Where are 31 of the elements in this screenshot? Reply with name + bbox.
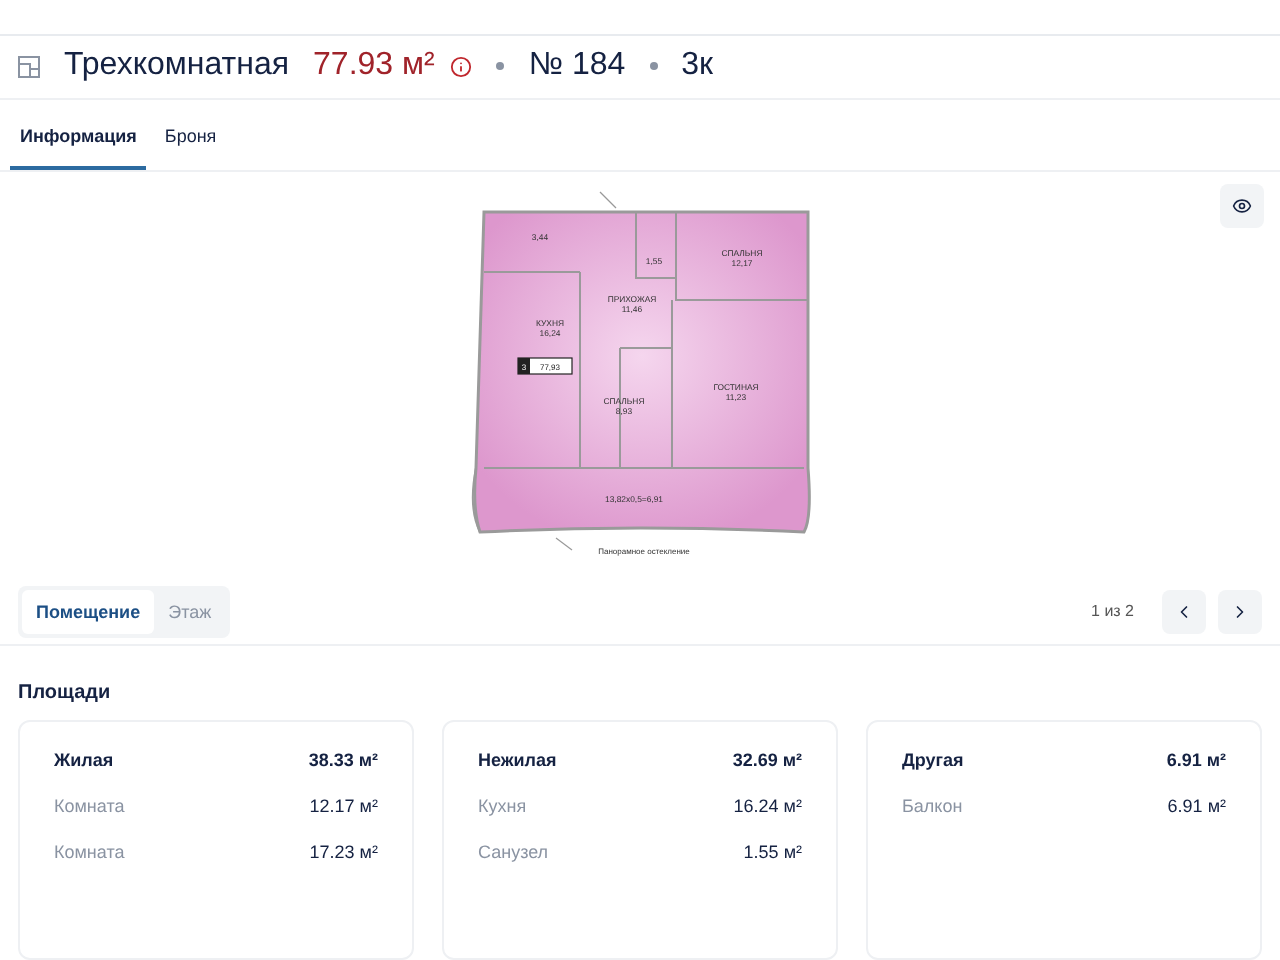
room-label: Комната xyxy=(54,796,125,816)
category-total: 38.33 м² xyxy=(308,750,378,770)
category-label: Другая xyxy=(902,750,964,770)
room-area: 6.91 м² xyxy=(1167,796,1226,816)
room-area: 17.23 м² xyxy=(309,842,378,862)
eye-icon xyxy=(1232,193,1252,218)
room-label: Кухня xyxy=(478,796,527,816)
view-switch-option[interactable]: Помещение xyxy=(22,589,155,634)
floor-plan-icon xyxy=(18,55,40,78)
apartment-number: № 184 xyxy=(528,48,626,85)
tab[interactable]: Информация xyxy=(10,99,147,170)
section-title: Площади xyxy=(16,680,113,708)
category-total: 32.69 м² xyxy=(732,750,802,770)
room-label: Балкон xyxy=(902,796,963,816)
room-count: 3к xyxy=(681,48,714,85)
separator-dot xyxy=(496,62,505,71)
info-icon[interactable] xyxy=(450,55,473,78)
apartment-area: 77.93 м² xyxy=(313,48,435,85)
category-label: Жилая xyxy=(54,750,114,770)
room-area: 12.17 м² xyxy=(309,796,378,816)
page-counter: 1 из 2 xyxy=(1091,602,1134,621)
view-toggle-button[interactable] xyxy=(1220,183,1264,228)
room-label: Комната xyxy=(54,842,125,862)
room-area: 1.55 м² xyxy=(743,842,802,862)
apartment-title: Трехкомнатная xyxy=(64,48,290,85)
category-total: 6.91 м² xyxy=(1166,750,1226,770)
category-label: Нежилая xyxy=(478,750,557,770)
tab[interactable]: Броня xyxy=(154,99,227,170)
room-area: 16.24 м² xyxy=(733,796,802,816)
separator-dot xyxy=(649,62,658,71)
room-label: Санузел xyxy=(478,842,549,862)
